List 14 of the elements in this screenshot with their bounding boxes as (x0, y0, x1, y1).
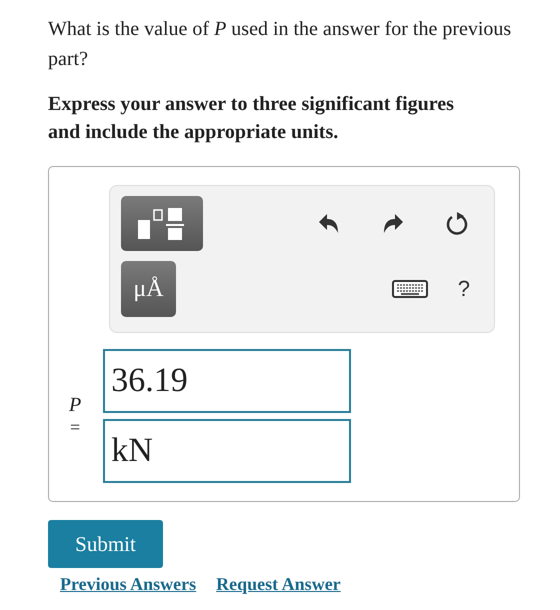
units-field[interactable]: kN (103, 419, 352, 483)
submit-button[interactable]: Submit (48, 520, 163, 568)
reset-icon[interactable] (444, 210, 470, 236)
help-button[interactable]: ? (458, 276, 470, 302)
variable-label: P (69, 394, 82, 417)
template-button[interactable] (121, 196, 203, 251)
question-text: What is the value of P used in the answer for the previous part? (48, 17, 512, 72)
instruction-text: Express your answer to three significant figures and include the appropriate units. (48, 92, 455, 145)
value-field[interactable]: 36.19 (103, 349, 352, 413)
link[interactable]: Previous Answers (60, 574, 196, 595)
units-button[interactable]: μÅ (121, 261, 176, 317)
keyboard-icon[interactable] (392, 279, 428, 299)
link[interactable]: Request Answer (216, 574, 341, 595)
equals-sign: = (70, 417, 80, 438)
